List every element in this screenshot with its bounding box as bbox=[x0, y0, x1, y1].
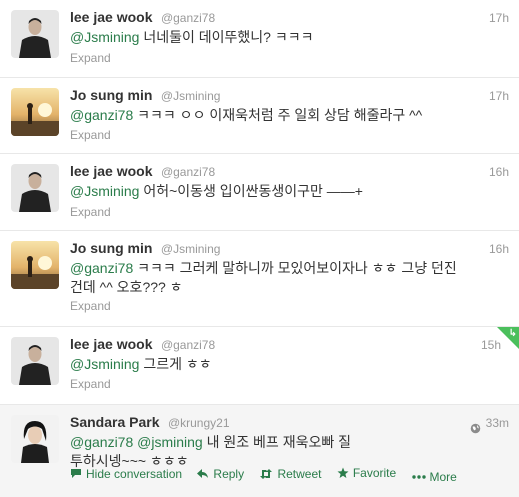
timestamp[interactable]: 16h bbox=[489, 242, 509, 256]
expand-link[interactable]: Expand bbox=[70, 128, 111, 142]
tweet-item[interactable]: ↳ lee jae wook @ganzi78 15h @Jsmining 그르… bbox=[0, 327, 519, 405]
retweet-icon bbox=[260, 469, 273, 479]
avatar[interactable] bbox=[11, 10, 59, 58]
expand-link[interactable]: Expand bbox=[70, 205, 111, 219]
tweet-text: @Jsmining 그르게 ㅎㅎ bbox=[70, 355, 500, 374]
fullname[interactable]: Jo sung min bbox=[70, 240, 152, 256]
tweet-text-body: ㅋㅋㅋ 그러케 말하니까 모있어보이자나 ㅎㅎ 그냥 던진 bbox=[133, 260, 457, 276]
hide-conversation-label: Hide conversation bbox=[86, 466, 183, 481]
fullname[interactable]: lee jae wook bbox=[70, 336, 152, 352]
expand-link[interactable]: Expand bbox=[70, 299, 111, 313]
reply-icon bbox=[197, 469, 209, 478]
mention-link[interactable]: @Jsmining bbox=[70, 356, 139, 372]
username[interactable]: @Jsmining bbox=[161, 89, 221, 103]
tweet-text: @ganzi78 ㅋㅋㅋ 그러케 말하니까 모있어보이자나 ㅎㅎ 그냥 던진 건… bbox=[70, 259, 500, 297]
tweet-item[interactable]: Jo sung min @Jsmining 17h @ganzi78 ㅋㅋㅋ ㅇ… bbox=[0, 78, 519, 154]
mention-link[interactable]: @jsmining bbox=[137, 434, 203, 450]
tweet-text-body: 너네둘이 데이뚜했니? ㅋㅋㅋ bbox=[139, 29, 314, 45]
mention-link[interactable]: @ganzi78 bbox=[70, 434, 133, 450]
retweet-button[interactable]: Retweet bbox=[259, 467, 321, 481]
more-icon bbox=[411, 475, 426, 479]
fullname[interactable]: lee jae wook bbox=[70, 9, 152, 25]
avatar[interactable] bbox=[11, 164, 59, 212]
tweet-text-body: 건데 ^^ 오호??? ㅎ bbox=[70, 279, 183, 295]
tweet-item[interactable]: lee jae wook @ganzi78 17h @Jsmining 너네둘이… bbox=[0, 0, 519, 78]
mention-link[interactable]: @ganzi78 bbox=[70, 107, 133, 123]
more-label: More bbox=[429, 470, 457, 484]
hide-conversation-button[interactable]: Hide conversation bbox=[70, 467, 182, 481]
tweet-text-body: 그르게 ㅎㅎ bbox=[139, 356, 212, 372]
more-button[interactable]: More bbox=[411, 470, 457, 484]
timestamp[interactable]: 17h bbox=[489, 11, 509, 25]
fullname[interactable]: Sandara Park bbox=[70, 414, 160, 430]
username[interactable]: @Jsmining bbox=[161, 242, 221, 256]
conversation-icon bbox=[71, 469, 81, 478]
tweet-item[interactable]: lee jae wook @ganzi78 16h @Jsmining 어허~이… bbox=[0, 154, 519, 231]
tweet-text-body: 어허~이동생 입이싼동생이구만 ——+ bbox=[139, 183, 363, 199]
favorite-label: Favorite bbox=[352, 466, 397, 480]
avatar[interactable] bbox=[11, 415, 59, 463]
globe-icon bbox=[470, 421, 481, 439]
timestamp[interactable]: 33m bbox=[486, 416, 509, 430]
tweet-item[interactable]: Jo sung min @Jsmining 16h @ganzi78 ㅋㅋㅋ 그… bbox=[0, 231, 519, 327]
username[interactable]: @ganzi78 bbox=[161, 338, 215, 352]
tweet-text: @Jsmining 너네둘이 데이뚜했니? ㅋㅋㅋ bbox=[70, 28, 500, 47]
tweet-text-body: 내 원조 베프 재욱오빠 질 bbox=[202, 434, 351, 450]
corner-arrow-icon: ↳ bbox=[508, 328, 517, 339]
retweet-label: Retweet bbox=[277, 467, 322, 481]
tweet-header: Jo sung min @Jsmining bbox=[70, 87, 220, 105]
tweet-header: lee jae wook @ganzi78 bbox=[70, 163, 215, 181]
timestamp[interactable]: 16h bbox=[489, 165, 509, 179]
tweet-actions: Hide conversation Reply Retweet Favorite bbox=[70, 466, 469, 484]
tweet-header: Jo sung min @Jsmining bbox=[70, 240, 220, 258]
username[interactable]: @ganzi78 bbox=[161, 165, 215, 179]
favorite-icon bbox=[337, 467, 349, 478]
timestamp[interactable]: 15h bbox=[481, 338, 501, 352]
mention-link[interactable]: @ganzi78 bbox=[70, 260, 133, 276]
tweet-text-body: ㅋㅋㅋ ㅇㅇ 이재욱처럼 주 일회 상담 해줄라구 ^^ bbox=[133, 107, 423, 123]
mention-link[interactable]: @Jsmining bbox=[70, 183, 139, 199]
reply-button[interactable]: Reply bbox=[197, 467, 244, 481]
expand-link[interactable]: Expand bbox=[70, 377, 111, 391]
avatar[interactable] bbox=[11, 241, 59, 289]
reply-label: Reply bbox=[213, 467, 245, 481]
username[interactable]: @ganzi78 bbox=[161, 11, 215, 25]
tweet-text: @Jsmining 어허~이동생 입이싼동생이구만 ——+ bbox=[70, 182, 500, 201]
avatar[interactable] bbox=[11, 88, 59, 136]
avatar[interactable] bbox=[11, 337, 59, 385]
fullname[interactable]: lee jae wook bbox=[70, 163, 152, 179]
expand-link[interactable]: Expand bbox=[70, 51, 111, 65]
tweet-header: lee jae wook @ganzi78 bbox=[70, 9, 215, 27]
favorite-button[interactable]: Favorite bbox=[337, 466, 396, 480]
timestamp[interactable]: 17h bbox=[489, 89, 509, 103]
tweet-header: Sandara Park @krungy21 bbox=[70, 414, 230, 432]
username[interactable]: @krungy21 bbox=[168, 416, 230, 430]
conversation-timeline: lee jae wook @ganzi78 17h @Jsmining 너네둘이… bbox=[0, 0, 519, 497]
tweet-header: lee jae wook @ganzi78 bbox=[70, 336, 215, 354]
fullname[interactable]: Jo sung min bbox=[70, 87, 152, 103]
tweet-text: @ganzi78 ㅋㅋㅋ ㅇㅇ 이재욱처럼 주 일회 상담 해줄라구 ^^ bbox=[70, 106, 500, 125]
mention-link[interactable]: @Jsmining bbox=[70, 29, 139, 45]
